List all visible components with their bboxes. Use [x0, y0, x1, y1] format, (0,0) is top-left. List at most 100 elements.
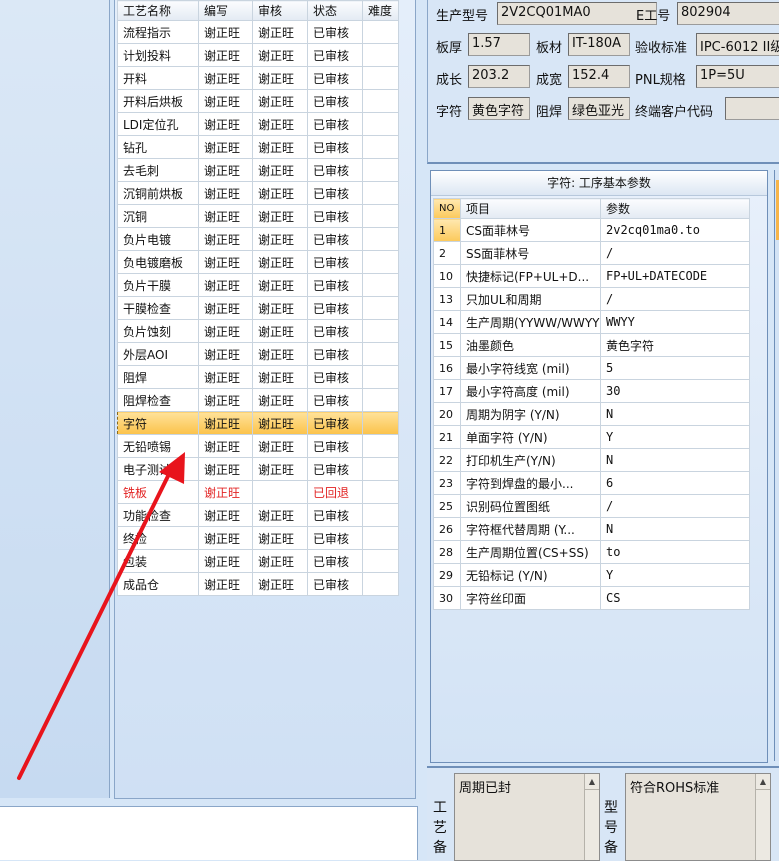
- thickness-label: 板厚: [436, 41, 463, 56]
- process-route-table: 工艺名称 编写 审核 状态 难度 流程指示 谢正旺 谢正旺 已审核 计划投料 谢正旺 谢正旺 已审核开…: [117, 0, 399, 596]
- param-row[interactable]: 30 字符丝印面 CS: [433, 586, 750, 610]
- param-row[interactable]: 17 最小字符高度 (mil) 30: [433, 379, 750, 403]
- param-row[interactable]: 21 单面字符 (Y/N) Y: [433, 425, 750, 449]
- process-cell-writer: 谢正旺: [198, 365, 253, 389]
- param-row[interactable]: 14 生产周期(YYWW/WWYY) WWYY: [433, 310, 750, 334]
- process-cell-writer: 谢正旺: [198, 342, 253, 366]
- material-field[interactable]: IT-180A: [568, 33, 630, 56]
- scroll-up-icon[interactable]: ▲: [756, 774, 770, 790]
- process-row[interactable]: 阻焊 谢正旺 谢正旺 已审核: [117, 365, 399, 389]
- param-row[interactable]: 22 打印机生产(Y/N) N: [433, 448, 750, 472]
- mask-field[interactable]: 绿色亚光: [568, 97, 630, 120]
- process-remark-textarea[interactable]: 周期已封 ▲: [454, 773, 600, 861]
- process-cell-status: 已审核: [307, 503, 363, 527]
- width-field[interactable]: 152.4: [568, 65, 630, 88]
- param-no-cell: 15: [433, 333, 461, 357]
- param-row[interactable]: 10 快捷标记(FP+UL+D... FP+UL+DATECODE: [433, 264, 750, 288]
- process-cell-difficulty: [362, 342, 399, 366]
- process-row[interactable]: 外层AOI 谢正旺 谢正旺 已审核: [117, 342, 399, 366]
- model-remark-scrollbar[interactable]: ▲: [755, 774, 770, 860]
- param-row[interactable]: 1 CS面菲林号 2v2cq01ma0.to: [433, 218, 750, 242]
- param-row[interactable]: 25 识别码位置图纸 /: [433, 494, 750, 518]
- param-row[interactable]: 26 字符框代替周期 (Y... N: [433, 517, 750, 541]
- param-value-cell: N: [600, 402, 750, 426]
- e-no-field[interactable]: 802904: [677, 2, 779, 25]
- process-cell-difficulty: [362, 66, 399, 90]
- param-no-cell: 10: [433, 264, 461, 288]
- process-row[interactable]: 钻孔 谢正旺 谢正旺 已审核: [117, 135, 399, 159]
- process-remark-scrollbar[interactable]: ▲: [584, 774, 599, 860]
- param-value-cell: Y: [600, 425, 750, 449]
- process-cell-writer: 谢正旺: [198, 434, 253, 458]
- param-row[interactable]: 23 字符到焊盘的最小... 6: [433, 471, 750, 495]
- process-cell-writer: 谢正旺: [198, 112, 253, 136]
- param-row[interactable]: 29 无铅标记 (Y/N) Y: [433, 563, 750, 587]
- process-cell-writer: 谢正旺: [198, 526, 253, 550]
- process-row[interactable]: 成品仓 谢正旺 谢正旺 已审核: [117, 572, 399, 596]
- process-row[interactable]: 阻焊检查 谢正旺 谢正旺 已审核: [117, 388, 399, 412]
- process-cell-reviewer: 谢正旺: [252, 20, 308, 44]
- left-navigation-panel: [0, 0, 110, 798]
- product-info-panel: 生产型号 2V2CQ01MA0 E工号 802904 板厚 1.57 板材 IT…: [427, 0, 779, 164]
- model-remark-textarea[interactable]: 符合ROHS标准 ▲: [625, 773, 771, 861]
- process-cell-reviewer: 谢正旺: [252, 296, 308, 320]
- process-cell-writer: 谢正旺: [198, 158, 253, 182]
- param-row[interactable]: 2 SS面菲林号 /: [433, 241, 750, 265]
- process-cell-writer: 谢正旺: [198, 43, 253, 67]
- process-row[interactable]: 无铅喷锡 谢正旺 谢正旺 已审核: [117, 434, 399, 458]
- process-row[interactable]: 终检 谢正旺 谢正旺 已审核: [117, 526, 399, 550]
- params-table-header: NO 项目 参数: [433, 198, 750, 219]
- process-row[interactable]: 开料 谢正旺 谢正旺 已审核: [117, 66, 399, 90]
- silk-field[interactable]: 黄色字符: [468, 97, 530, 120]
- scroll-up-icon[interactable]: ▲: [585, 774, 599, 790]
- silk-label: 字符: [436, 105, 463, 120]
- param-row[interactable]: 15 油墨颜色 黄色字符: [433, 333, 750, 357]
- customer-code-label: 终端客户代码: [635, 105, 714, 120]
- param-row[interactable]: 16 最小字符线宽 (mil) 5: [433, 356, 750, 380]
- process-row[interactable]: 负片电镀 谢正旺 谢正旺 已审核: [117, 227, 399, 251]
- process-row[interactable]: 负片干膜 谢正旺 谢正旺 已审核: [117, 273, 399, 297]
- process-cell-name: 钻孔: [117, 135, 199, 159]
- process-row[interactable]: 负电镀磨板 谢正旺 谢正旺 已审核: [117, 250, 399, 274]
- param-value-cell: 6: [600, 471, 750, 495]
- process-row[interactable]: 干膜检查 谢正旺 谢正旺 已审核: [117, 296, 399, 320]
- process-row[interactable]: 字符 谢正旺 谢正旺 已审核: [117, 411, 399, 435]
- process-row[interactable]: 电子测试 谢正旺 谢正旺 已审核: [117, 457, 399, 481]
- param-item-cell: 识别码位置图纸: [460, 494, 601, 518]
- process-row[interactable]: 去毛刺 谢正旺 谢正旺 已审核: [117, 158, 399, 182]
- process-cell-reviewer: 谢正旺: [252, 434, 308, 458]
- param-item-cell: SS面菲林号: [460, 241, 601, 265]
- thickness-field[interactable]: 1.57: [468, 33, 530, 56]
- process-row[interactable]: 流程指示 谢正旺 谢正旺 已审核: [117, 20, 399, 44]
- process-column-header: 状态: [307, 0, 363, 21]
- process-row[interactable]: 计划投料 谢正旺 谢正旺 已审核: [117, 43, 399, 67]
- model-label: 生产型号: [436, 9, 489, 24]
- params-table: NO 项目 参数 1 CS面菲林号 2v2cq01ma0.to 2 SS面菲林号/10 快捷标…: [433, 198, 750, 610]
- process-cell-writer: 谢正旺: [198, 457, 253, 481]
- model-field[interactable]: 2V2CQ01MA0: [497, 2, 657, 25]
- process-cell-writer: 谢正旺: [198, 572, 253, 596]
- process-cell-difficulty: [362, 181, 399, 205]
- param-row[interactable]: 20 周期为阴字 (Y/N) N: [433, 402, 750, 426]
- pnl-field[interactable]: 1P=5U: [696, 65, 779, 88]
- customer-code-field[interactable]: [725, 97, 779, 120]
- process-row[interactable]: 沉铜 谢正旺 谢正旺 已审核: [117, 204, 399, 228]
- process-row[interactable]: 负片蚀刻 谢正旺 谢正旺 已审核: [117, 319, 399, 343]
- standard-field[interactable]: IPC-6012 II级: [696, 33, 779, 56]
- process-row[interactable]: 开料后烘板 谢正旺 谢正旺 已审核: [117, 89, 399, 113]
- param-value-cell: 5: [600, 356, 750, 380]
- process-row[interactable]: 包装 谢正旺 谢正旺 已审核: [117, 549, 399, 573]
- process-row[interactable]: 功能检查 谢正旺 谢正旺 已审核: [117, 503, 399, 527]
- param-no-cell: 22: [433, 448, 461, 472]
- process-row[interactable]: 铣板 谢正旺 已回退: [117, 480, 399, 504]
- param-row[interactable]: 13 只加UL和周期 /: [433, 287, 750, 311]
- length-field[interactable]: 203.2: [468, 65, 530, 88]
- process-cell-status: 已审核: [307, 296, 363, 320]
- process-cell-name: 阻焊检查: [117, 388, 199, 412]
- param-item-cell: 单面字符 (Y/N): [460, 425, 601, 449]
- process-cell-writer: 谢正旺: [198, 549, 253, 573]
- process-row[interactable]: LDI定位孔 谢正旺 谢正旺 已审核: [117, 112, 399, 136]
- param-row[interactable]: 28 生产周期位置(CS+SS) to: [433, 540, 750, 564]
- process-row[interactable]: 沉铜前烘板 谢正旺 谢正旺 已审核: [117, 181, 399, 205]
- param-no-cell: 13: [433, 287, 461, 311]
